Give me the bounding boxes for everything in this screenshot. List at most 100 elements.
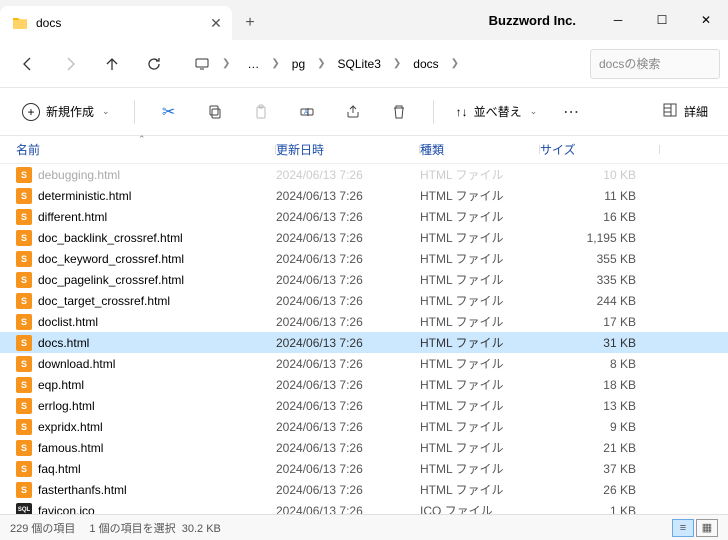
statusbar: 229 個の項目 1 個の項目を選択 30.2 KB ≡ ▦ xyxy=(0,514,728,540)
file-name: doc_target_crossref.html xyxy=(38,294,170,308)
chevron-right-icon: ❯ xyxy=(315,58,327,69)
file-size: 8 KB xyxy=(540,357,644,371)
forward-button[interactable] xyxy=(50,46,90,82)
file-size: 9 KB xyxy=(540,420,644,434)
file-row[interactable]: Sdoc_backlink_crossref.html2024/06/13 7:… xyxy=(0,227,728,248)
file-name: deterministic.html xyxy=(38,189,131,203)
breadcrumb-item[interactable]: pg xyxy=(286,53,311,75)
file-date: 2024/06/13 7:26 xyxy=(276,399,420,413)
file-date: 2024/06/13 7:26 xyxy=(276,357,420,371)
up-button[interactable] xyxy=(92,46,132,82)
column-header-type[interactable]: 種類 xyxy=(420,141,540,158)
file-date: 2024/06/13 7:26 xyxy=(276,273,420,287)
details-button[interactable]: 詳細 xyxy=(654,96,716,127)
file-type: HTML ファイル xyxy=(420,334,540,351)
maximize-button[interactable]: ☐ xyxy=(640,0,684,40)
chevron-down-icon: ⌄ xyxy=(530,106,538,117)
sort-icon: ↑↓ xyxy=(456,105,468,119)
file-row[interactable]: SQLfavicon.ico2024/06/13 7:26ICO ファイル1 K… xyxy=(0,500,728,514)
close-button[interactable]: ✕ xyxy=(684,0,728,40)
file-size: 21 KB xyxy=(540,441,644,455)
file-row[interactable]: Sfaq.html2024/06/13 7:26HTML ファイル37 KB xyxy=(0,458,728,479)
file-row[interactable]: Sdebugging.html2024/06/13 7:26HTML ファイル1… xyxy=(0,164,728,185)
file-icon: S xyxy=(16,188,32,204)
file-row[interactable]: Sdocs.html2024/06/13 7:26HTML ファイル31 KB xyxy=(0,332,728,353)
file-date: 2024/06/13 7:26 xyxy=(276,315,420,329)
file-size: 1,195 KB xyxy=(540,231,644,245)
paste-button[interactable] xyxy=(241,94,281,130)
minimize-button[interactable]: ─ xyxy=(596,0,640,40)
column-header-name[interactable]: 名前 ⌃ xyxy=(0,141,276,158)
view-details-button[interactable]: ≡ xyxy=(672,519,694,537)
column-headers: 名前 ⌃ 更新日時 種類 サイズ xyxy=(0,136,728,164)
breadcrumb-overflow[interactable]: … xyxy=(241,53,265,75)
file-row[interactable]: Sdifferent.html2024/06/13 7:26HTML ファイル1… xyxy=(0,206,728,227)
tab[interactable]: docs ✕ xyxy=(0,6,232,40)
delete-button[interactable] xyxy=(379,94,419,130)
file-size: 37 KB xyxy=(540,462,644,476)
toolbar: + 新規作成 ⌄ ✂ A ↑↓ 並べ替え ⌄ ⋯ 詳細 xyxy=(0,88,728,136)
file-icon: S xyxy=(16,461,32,477)
view-grid-button[interactable]: ▦ xyxy=(696,519,718,537)
breadcrumb-item[interactable]: SQLite3 xyxy=(332,53,387,75)
file-row[interactable]: Sdoc_keyword_crossref.html2024/06/13 7:2… xyxy=(0,248,728,269)
file-row[interactable]: Sfamous.html2024/06/13 7:26HTML ファイル21 K… xyxy=(0,437,728,458)
column-header-date[interactable]: 更新日時 xyxy=(276,141,420,158)
details-label: 詳細 xyxy=(684,103,708,120)
chevron-right-icon: ❯ xyxy=(220,58,232,69)
back-button[interactable] xyxy=(8,46,48,82)
file-type: HTML ファイル xyxy=(420,187,540,204)
breadcrumb[interactable]: … ❯ pg ❯ SQLite3 ❯ docs ❯ xyxy=(234,48,588,80)
sort-label: 並べ替え xyxy=(474,103,522,120)
file-date: 2024/06/13 7:26 xyxy=(276,294,420,308)
new-button[interactable]: + 新規作成 ⌄ xyxy=(12,97,120,127)
new-tab-button[interactable]: + xyxy=(232,6,268,40)
file-icon: S xyxy=(16,440,32,456)
file-type: HTML ファイル xyxy=(420,229,540,246)
file-row[interactable]: Sdoc_pagelink_crossref.html2024/06/13 7:… xyxy=(0,269,728,290)
sort-button[interactable]: ↑↓ 並べ替え ⌄ xyxy=(448,97,546,126)
file-date: 2024/06/13 7:26 xyxy=(276,231,420,245)
search-input[interactable]: docsの検索 xyxy=(590,49,720,79)
file-type: HTML ファイル xyxy=(420,208,540,225)
file-name: faq.html xyxy=(38,462,81,476)
file-row[interactable]: Serrlog.html2024/06/13 7:26HTML ファイル13 K… xyxy=(0,395,728,416)
file-row[interactable]: Sdeterministic.html2024/06/13 7:26HTML フ… xyxy=(0,185,728,206)
breadcrumb-item[interactable]: docs xyxy=(407,53,444,75)
file-type: HTML ファイル xyxy=(420,166,540,183)
file-type: HTML ファイル xyxy=(420,376,540,393)
file-row[interactable]: Sdoc_target_crossref.html 2024/06/13 7:26… xyxy=(0,290,728,311)
folder-icon xyxy=(12,15,28,31)
file-icon: S xyxy=(16,209,32,225)
column-header-size[interactable]: サイズ xyxy=(540,141,660,158)
rename-button[interactable]: A xyxy=(287,94,327,130)
pc-icon[interactable] xyxy=(186,46,218,82)
file-date: 2024/06/13 7:26 xyxy=(276,420,420,434)
file-name: fasterthanfs.html xyxy=(38,483,127,497)
file-name: famous.html xyxy=(38,441,103,455)
tab-close-button[interactable]: ✕ xyxy=(208,15,224,31)
refresh-button[interactable] xyxy=(134,46,174,82)
more-button[interactable]: ⋯ xyxy=(551,94,591,130)
status-selection: 1 個の項目を選択 30.2 KB xyxy=(89,520,220,536)
file-icon: S xyxy=(16,293,32,309)
file-icon: S xyxy=(16,335,32,351)
file-row[interactable]: Seqp.html2024/06/13 7:26HTML ファイル18 KB xyxy=(0,374,728,395)
cut-button[interactable]: ✂ xyxy=(149,94,189,130)
file-type: HTML ファイル xyxy=(420,418,540,435)
file-row[interactable]: Sdoclist.html2024/06/13 7:26HTML ファイル17 … xyxy=(0,311,728,332)
share-button[interactable] xyxy=(333,94,373,130)
file-name: doclist.html xyxy=(38,315,98,329)
file-row[interactable]: Sexpridx.html2024/06/13 7:26HTML ファイル9 K… xyxy=(0,416,728,437)
copy-button[interactable] xyxy=(195,94,235,130)
file-row[interactable]: Sfasterthanfs.html2024/06/13 7:26HTML ファ… xyxy=(0,479,728,500)
file-name: doc_backlink_crossref.html xyxy=(38,231,183,245)
navbar: ❯ … ❯ pg ❯ SQLite3 ❯ docs ❯ docsの検索 xyxy=(0,40,728,88)
file-date: 2024/06/13 7:26 xyxy=(276,462,420,476)
file-icon: S xyxy=(16,314,32,330)
new-label: 新規作成 xyxy=(46,103,94,120)
file-row[interactable]: Sdownload.html2024/06/13 7:26HTML ファイル8 … xyxy=(0,353,728,374)
file-size: 335 KB xyxy=(540,273,644,287)
file-icon: S xyxy=(16,272,32,288)
file-size: 16 KB xyxy=(540,210,644,224)
